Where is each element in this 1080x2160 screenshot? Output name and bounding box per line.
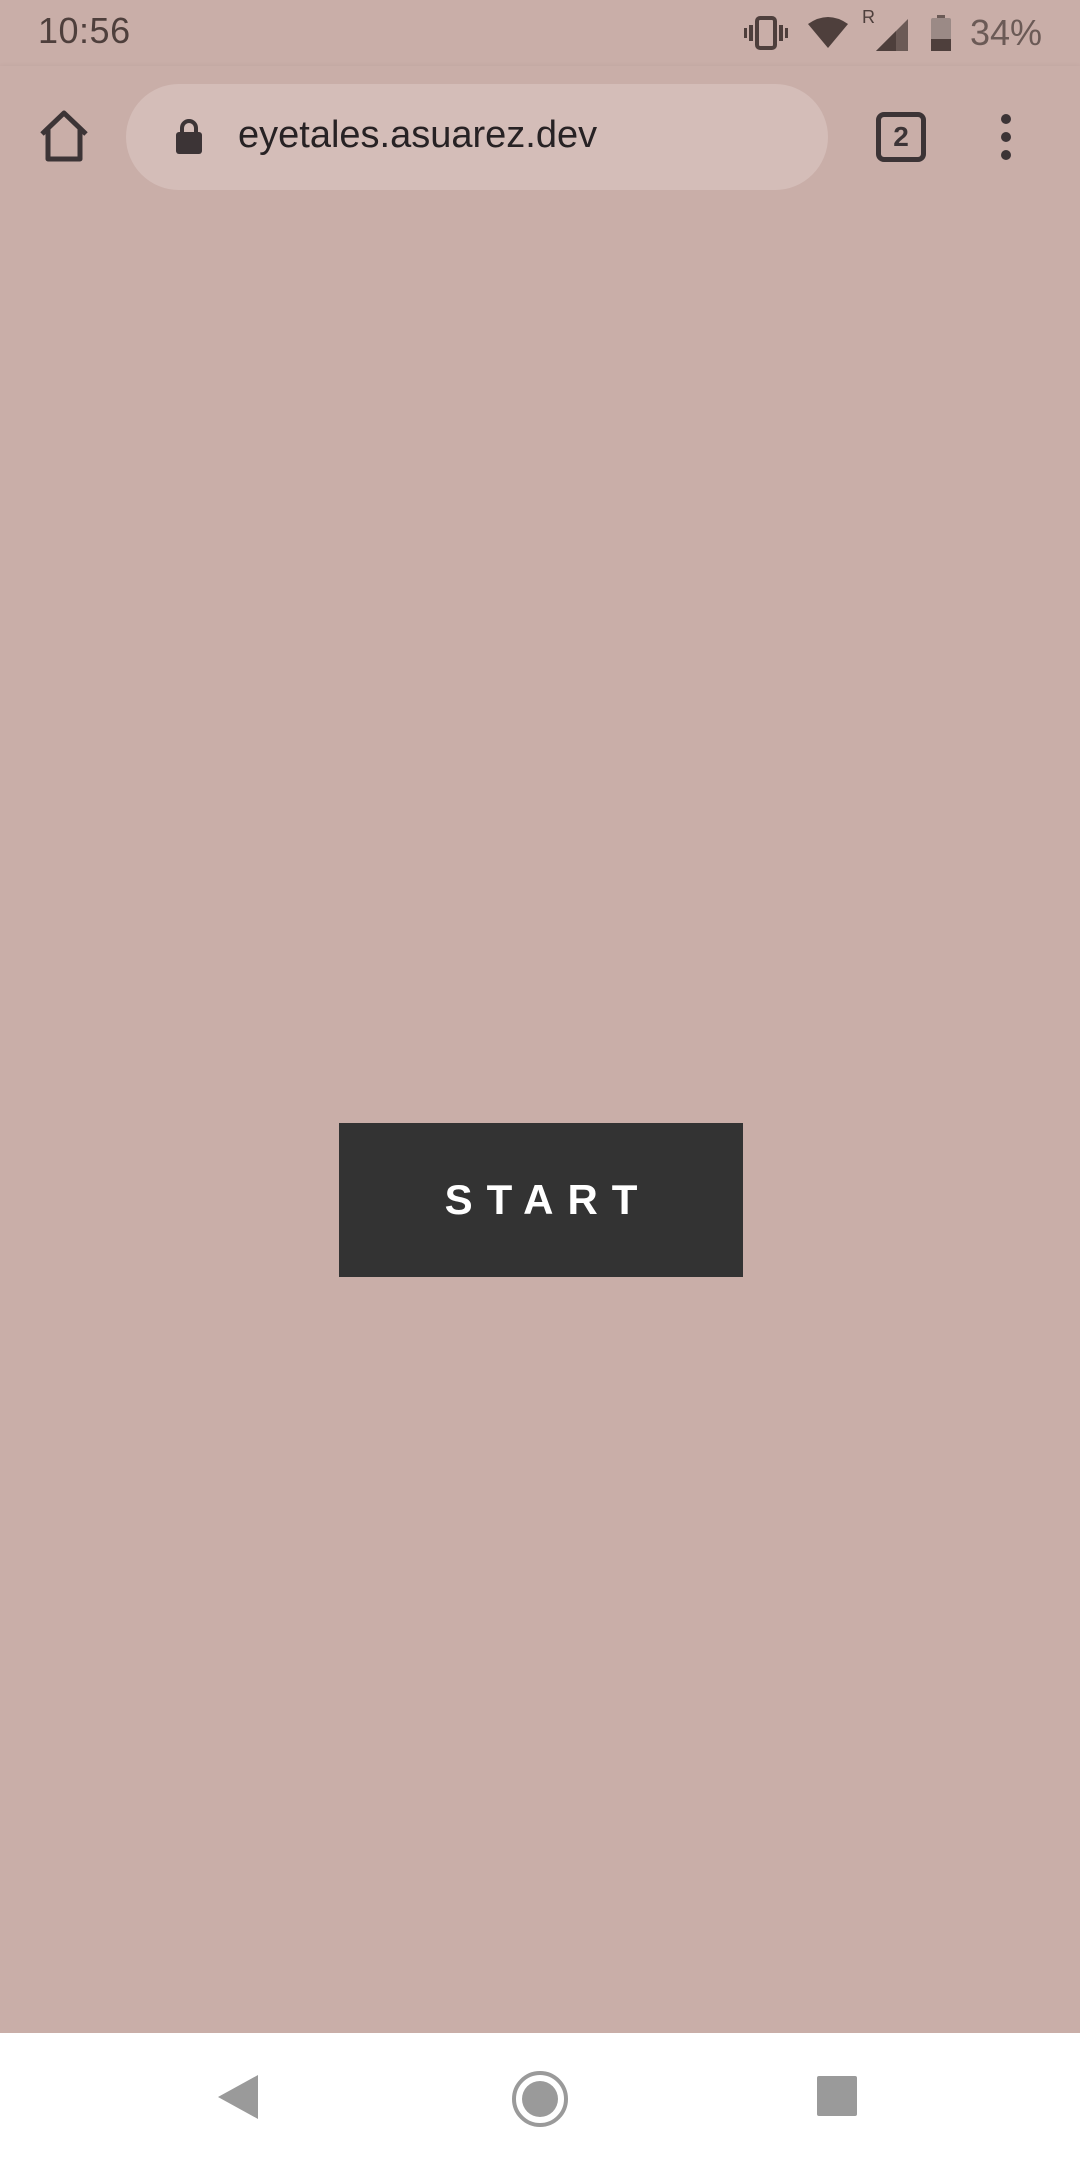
more-menu-button[interactable] <box>996 112 1016 162</box>
more-menu-icon <box>1001 114 1011 160</box>
url-text[interactable]: eyetales.asuarez.dev <box>238 114 597 157</box>
status-icons: R 34% <box>743 7 1042 56</box>
page-content: START <box>0 210 1080 2033</box>
roaming-label: R <box>861 7 875 27</box>
lock-icon <box>176 119 202 154</box>
status-bar: 10:56 R 34% <box>0 0 1080 66</box>
browser-toolbar: eyetales.asuarez.dev 2 <box>0 66 1080 210</box>
start-button[interactable]: START <box>339 1123 743 1277</box>
status-time: 10:56 <box>38 10 131 51</box>
battery-percent: 34% <box>969 12 1042 53</box>
wifi-icon <box>807 17 848 48</box>
home-icon <box>40 110 88 162</box>
home-button[interactable] <box>34 106 94 166</box>
tab-count: 2 <box>893 121 909 152</box>
tab-switcher-button[interactable]: 2 <box>876 112 926 162</box>
vibrate-icon <box>743 16 788 50</box>
battery-icon <box>930 15 951 51</box>
recents-icon[interactable] <box>817 2076 857 2116</box>
address-bar[interactable]: eyetales.asuarez.dev <box>126 84 828 190</box>
home-nav-icon[interactable] <box>510 2069 570 2129</box>
back-icon[interactable] <box>216 2073 260 2121</box>
signal-icon: R <box>862 7 912 53</box>
system-nav-bar <box>0 2033 1080 2160</box>
